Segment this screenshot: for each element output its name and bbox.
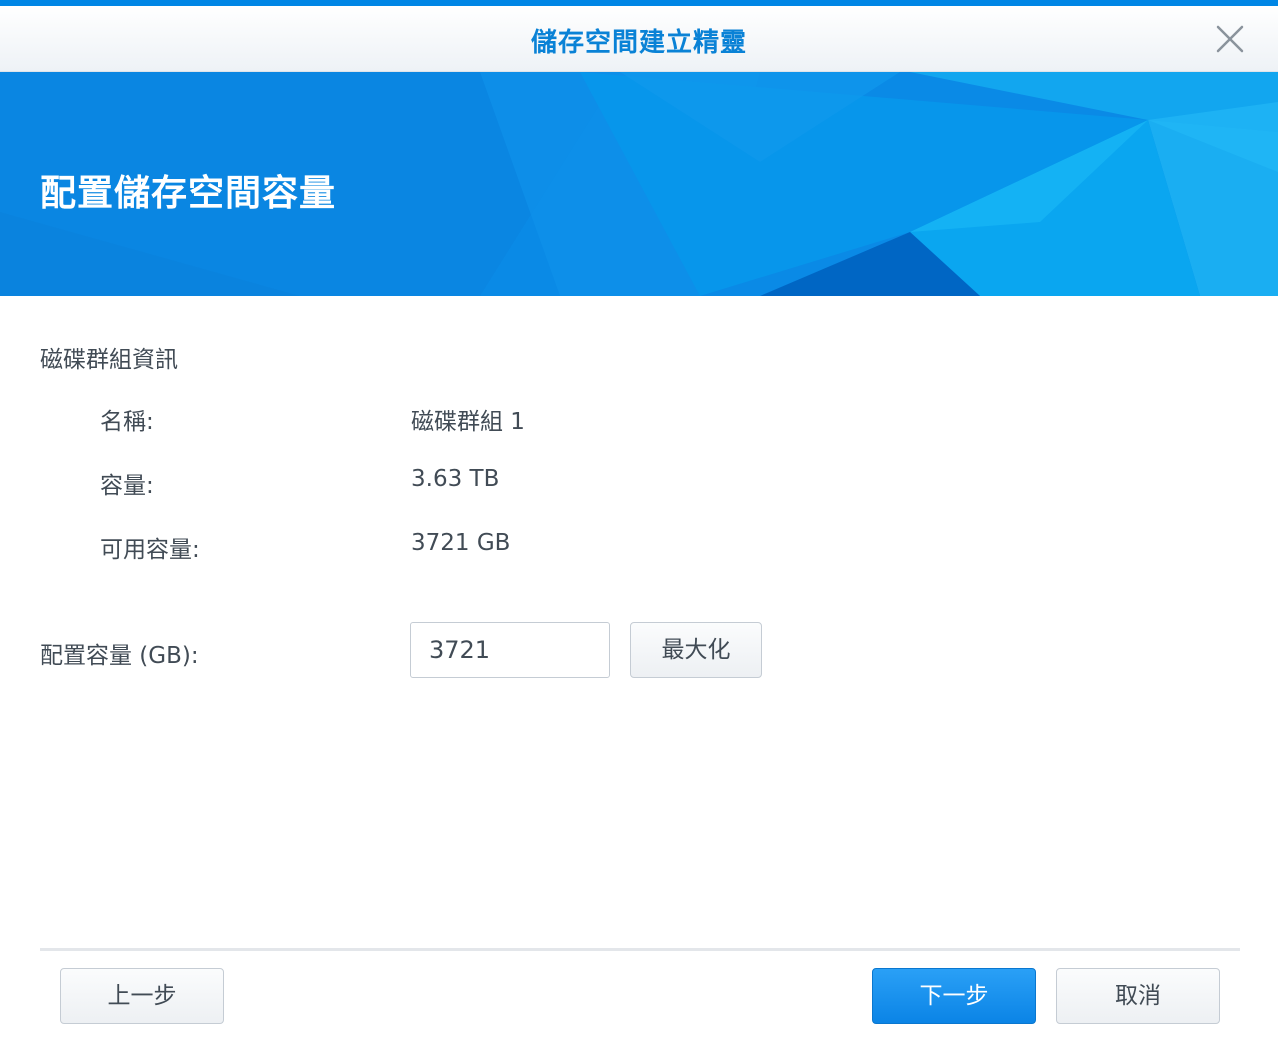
info-row-available-capacity: 可用容量: 3721 GB: [0, 530, 1278, 564]
banner-title: 配置儲存空間容量: [40, 173, 337, 214]
back-button[interactable]: 上一步: [60, 968, 224, 1024]
info-label: 可用容量:: [100, 537, 200, 563]
footer-divider: [40, 948, 1240, 951]
info-row-name: 名稱: 磁碟群組 1: [0, 402, 1278, 436]
storage-wizard-window: 儲存空間建立精靈 配置儲存空間容量 磁碟群組資訊 名稱: 磁碟群組 1 容量: …: [0, 0, 1278, 1040]
allocation-capacity-input[interactable]: [410, 622, 610, 678]
content-area: 磁碟群組資訊 名稱: 磁碟群組 1 容量: 3.63 TB 可用容量: 3721…: [0, 296, 1278, 946]
title-bar: 儲存空間建立精靈: [0, 6, 1278, 72]
info-label: 容量:: [100, 473, 154, 499]
info-value: 3721 GB: [411, 530, 511, 556]
close-button[interactable]: [1212, 21, 1248, 57]
info-label: 名稱:: [100, 409, 154, 435]
info-value: 磁碟群組 1: [411, 409, 525, 435]
maximize-button[interactable]: 最大化: [630, 622, 762, 678]
window-title: 儲存空間建立精靈: [530, 28, 747, 58]
header-banner: 配置儲存空間容量: [0, 72, 1278, 296]
allocation-capacity-label: 配置容量 (GB):: [40, 643, 199, 669]
next-button[interactable]: 下一步: [872, 968, 1036, 1024]
cancel-button[interactable]: 取消: [1056, 968, 1220, 1024]
info-row-capacity: 容量: 3.63 TB: [0, 466, 1278, 500]
info-value: 3.63 TB: [411, 466, 500, 492]
disk-group-info-heading: 磁碟群組資訊: [40, 347, 178, 373]
close-icon: [1216, 25, 1244, 53]
